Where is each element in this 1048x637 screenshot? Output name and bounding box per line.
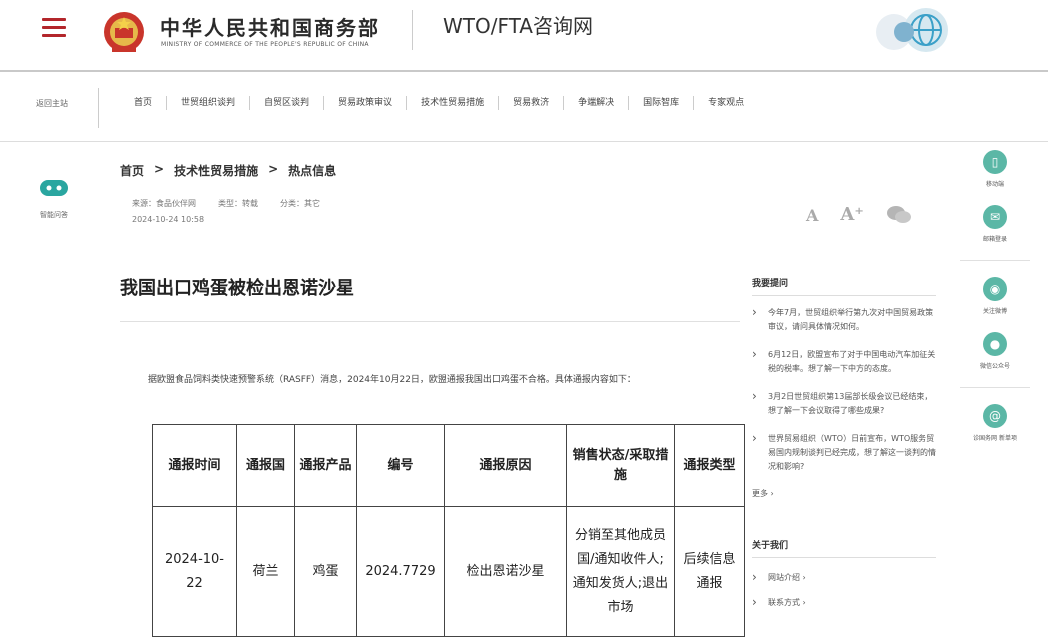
robot-icon (40, 180, 68, 196)
title-divider (120, 321, 740, 322)
nav-item-trade-remedies[interactable]: 贸易救济 (499, 96, 565, 110)
cell-reason: 检出恩诺沙星 (444, 506, 567, 637)
weibo-label: 关注微博 (982, 308, 1007, 315)
col-header-country: 通报国 (236, 424, 295, 507)
contact-link[interactable]: 联系方式 › (752, 595, 936, 609)
questions-title: 我要提问 (752, 276, 936, 296)
mobile-label: 移动端 (985, 181, 1004, 188)
table-row: 2024-10-22 荷兰 鸡蛋 2024.7729 检出恩诺沙星 分销至其他成… (152, 506, 745, 637)
mobile-link[interactable]: ▯ 移动端 (960, 150, 1030, 188)
breadcrumb: 首页 > 技术性贸易措施 > 热点信息 (120, 162, 336, 179)
breadcrumb-home[interactable]: 首页 (120, 162, 144, 179)
menu-icon[interactable] (42, 18, 66, 38)
question-item[interactable]: 今年7月，世贸组织举行第九次对中国贸易政策审议，请问具体情况如何。 (752, 305, 936, 334)
wechat-icon: ● (983, 332, 1007, 356)
breadcrumb-separator: > (154, 162, 165, 176)
cell-date: 2024-10-22 (152, 506, 237, 637)
about-panel: 关于我们 网站介绍 › 联系方式 › (752, 538, 936, 609)
more-link[interactable]: 更多 › (752, 488, 936, 499)
nav-item-think-tanks[interactable]: 国际智库 (629, 96, 695, 110)
nav-item-dispute-settlement[interactable]: 争端解决 (564, 96, 630, 110)
article-meta: 来源：食品伙伴网 类型：转载 分类：其它 2024-10-24 10:58 (132, 198, 320, 224)
article-intro: 据欧盟食品饲料类快速预警系统（RASFF）消息，2024年10月22日，欧盟通报… (148, 375, 636, 385)
col-header-product: 通报产品 (294, 424, 357, 507)
mail-link[interactable]: ✉ 邮箱登录 (960, 205, 1030, 243)
nav-item-home[interactable]: 首页 (120, 96, 168, 110)
about-site-link[interactable]: 网站介绍 › (752, 570, 936, 584)
col-header-reason: 通报原因 (444, 424, 567, 507)
assistant-label: 智能问答 (40, 211, 68, 219)
national-emblem-logo[interactable] (102, 8, 146, 56)
questions-panel: 我要提问 今年7月，世贸组织举行第九次对中国贸易政策审议，请问具体情况如何。 6… (752, 276, 936, 499)
nav-item-fta-negotiations[interactable]: 自贸区谈判 (250, 96, 325, 110)
meta-category: 分类：其它 (280, 199, 320, 208)
notification-table: 通报时间 通报国 通报产品 编号 通报原因 销售状态/采取措施 通报类型 202… (152, 424, 745, 637)
header-divider (412, 10, 413, 50)
breadcrumb-tbt[interactable]: 技术性贸易措施 (174, 162, 258, 179)
breadcrumb-hot-news[interactable]: 热点信息 (288, 162, 336, 179)
col-header-type: 通报类型 (674, 424, 745, 507)
wto-globe-logo (876, 8, 948, 52)
rail-divider (960, 260, 1030, 261)
question-item[interactable]: 世界贸易组织（WTO）日前宣布，WTO服务贸易国内规制谈判已经完成，想了解这一谈… (752, 431, 936, 474)
cell-status: 分销至其他成员国/通知收件人;通知发货人;退出市场 (566, 506, 675, 637)
question-item[interactable]: 6月12日，欧盟宣布了对于中国电动汽车加征关税的税率。想了解一下中方的态度。 (752, 347, 936, 376)
meta-source: 来源：食品伙伴网 (132, 199, 196, 208)
site-header: 中华人民共和国商务部 MINISTRY OF COMMERCE OF THE P… (0, 0, 1048, 72)
col-header-date: 通报时间 (152, 424, 237, 507)
mobile-icon: ▯ (983, 150, 1007, 174)
wechat-label: 微信公众号 (979, 363, 1010, 370)
cell-type: 后续信息通报 (674, 506, 745, 637)
font-decrease-button[interactable]: A (806, 206, 818, 225)
weibo-link[interactable]: ◉ 关注微博 (960, 277, 1030, 315)
about-title: 关于我们 (752, 538, 936, 558)
meta-date: 2024-10-24 10:58 (132, 215, 205, 224)
col-header-status: 销售状态/采取措施 (566, 424, 675, 507)
nav-home-link[interactable]: 返回主站 (36, 98, 68, 109)
questions-list: 今年7月，世贸组织举行第九次对中国贸易政策审议，请问具体情况如何。 6月12日，… (752, 305, 936, 474)
rail-divider (960, 387, 1030, 388)
nav-item-trade-policy-review[interactable]: 贸易政策审议 (324, 96, 408, 110)
table-header-row: 通报时间 通报国 通报产品 编号 通报原因 销售状态/采取措施 通报类型 (152, 424, 745, 507)
nav-divider (98, 88, 99, 128)
nav-items: 首页 世贸组织谈判 自贸区谈判 贸易政策审议 技术性贸易措施 贸易救济 争端解决… (120, 96, 758, 110)
font-increase-button[interactable]: A⁺ (840, 204, 863, 225)
article-title: 我国出口鸡蛋被检出恩诺沙星 (120, 278, 354, 299)
site-name-en: MINISTRY OF COMMERCE OF THE PEOPLE'S REP… (161, 41, 369, 48)
weibo-icon: ◉ (983, 277, 1007, 301)
mail-label: 邮箱登录 (982, 236, 1007, 243)
cell-number: 2024.7729 (356, 506, 445, 637)
web-link[interactable]: @ 诊国务网 新单项 (960, 404, 1030, 442)
right-rail: ▯ 移动端 ✉ 邮箱登录 ◉ 关注微博 ● 微信公众号 @ 诊国务网 新单项 (960, 150, 1030, 459)
portal-title: WTO/FTA咨询网 (443, 14, 593, 38)
nav-item-expert-views[interactable]: 专家观点 (694, 96, 758, 110)
question-item[interactable]: 3月2日世贸组织第13届部长级会议已经结束，想了解一下会议取得了哪些成果? (752, 389, 936, 418)
wechat-link[interactable]: ● 微信公众号 (960, 332, 1030, 370)
web-label: 诊国务网 新单项 (973, 435, 1017, 442)
cell-product: 鸡蛋 (294, 506, 357, 637)
nav-item-tbt-measures[interactable]: 技术性贸易措施 (407, 96, 500, 110)
web-icon: @ (983, 404, 1007, 428)
meta-type: 类型：转载 (218, 199, 258, 208)
nav-item-wto-negotiations[interactable]: 世贸组织谈判 (167, 96, 251, 110)
breadcrumb-separator: > (268, 162, 279, 176)
font-tools: A A⁺ (806, 204, 912, 225)
main-nav: 返回主站 首页 世贸组织谈判 自贸区谈判 贸易政策审议 技术性贸易措施 贸易救济… (0, 72, 1048, 142)
mail-icon: ✉ (983, 205, 1007, 229)
cell-country: 荷兰 (236, 506, 295, 637)
assistant-widget[interactable]: 智能问答 (30, 178, 78, 220)
wechat-share-icon[interactable] (886, 205, 912, 225)
site-name-cn: 中华人民共和国商务部 (160, 16, 380, 40)
col-header-number: 编号 (356, 424, 445, 507)
